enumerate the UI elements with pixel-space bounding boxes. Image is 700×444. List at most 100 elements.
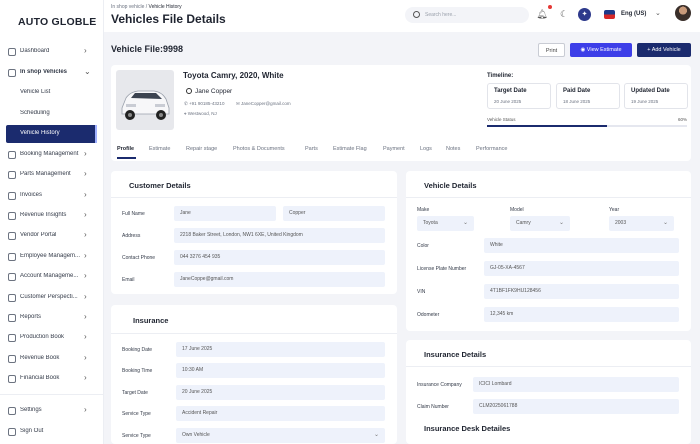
odometer-label: Odometer <box>417 312 440 318</box>
claim-number-field[interactable]: CLM2025061788 <box>473 399 679 414</box>
book-icon <box>8 355 16 363</box>
booking-time-field[interactable]: 10:30 AM <box>176 363 385 378</box>
chevron-right-icon: › <box>84 405 87 414</box>
year-select[interactable]: 2003 ⌄ <box>609 216 674 231</box>
make-select[interactable]: Toyota ⌄ <box>417 216 474 231</box>
search-input[interactable]: Search here... <box>405 7 529 23</box>
sidebar-item-label: Revenue Book <box>20 355 60 361</box>
sidebar-item-vehicle-list[interactable]: Vehicle List <box>0 84 104 102</box>
vehicle-name: Toyota Camry, 2020, White <box>183 71 284 80</box>
tab-photos-documents[interactable]: Photos & Documents <box>233 146 285 152</box>
notification-dot <box>548 5 552 9</box>
sidebar-item-revenue-book[interactable]: Revenue Book › <box>0 350 104 368</box>
parts-icon <box>8 171 16 179</box>
vehicle-ownership-select[interactable]: Own Vehicle ⌄ <box>176 428 385 443</box>
sidebar-item-reports[interactable]: Reports › <box>0 309 104 327</box>
select-value: 2003 <box>615 220 627 226</box>
breadcrumb-parent[interactable]: In shop vehicle / <box>111 4 147 10</box>
add-vehicle-label: Add Vehicle <box>651 47 681 53</box>
sidebar-item-revenue-insights[interactable]: Revenue Insights › <box>0 207 104 225</box>
address-label: Address <box>122 233 141 239</box>
sidebar-item-dashboard[interactable]: Dashboard › <box>0 43 104 61</box>
sidebar-item-label: Sign Out <box>20 428 44 434</box>
sidebar-item-booking-management[interactable]: Booking Management › <box>0 146 104 164</box>
sidebar-item-label: Vehicle History <box>20 130 60 136</box>
vin-field[interactable]: 4T1BF1FK9HU128456 <box>484 284 679 299</box>
vehicle-status-progress <box>487 125 687 127</box>
avatar[interactable] <box>675 5 691 21</box>
language-select[interactable]: Eng (US) <box>621 11 646 17</box>
year-label: Year <box>609 207 620 213</box>
sidebar-item-account-management[interactable]: Account Manageme... › <box>0 268 104 286</box>
owner-email: ✉ JaneCopper@gmail.com <box>236 101 291 107</box>
odometer-field[interactable]: 12,345 km <box>484 307 679 322</box>
car-photo <box>116 70 174 130</box>
view-estimate-button[interactable]: ◉ View Estimate <box>570 43 632 57</box>
target-date-field[interactable]: 20 June 2025 <box>176 385 385 400</box>
email-label: Email <box>122 277 135 283</box>
sidebar-item-settings[interactable]: Settings › <box>0 402 104 420</box>
chevron-right-icon: › <box>84 190 87 199</box>
booking-date-label: Booking Date <box>122 347 153 353</box>
tab-parts[interactable]: Parts <box>305 146 318 152</box>
sidebar-item-employee-management[interactable]: Employee Managem... › <box>0 248 104 266</box>
insurance-title: Insurance <box>133 316 169 325</box>
first-name-field[interactable]: Jane <box>174 206 276 221</box>
sidebar-item-parts-management[interactable]: Parts Management › <box>0 166 104 184</box>
sidebar-item-label: Reports <box>20 314 42 320</box>
tab-estimate-flag[interactable]: Estimate Flag <box>333 146 367 152</box>
sidebar-item-label: Dashboard <box>20 48 50 54</box>
timeline-updated-date: Updated Date 19 June 2025 <box>624 83 688 109</box>
vehicle-file-title: Vehicle File:9998 <box>111 44 184 54</box>
sidebar-item-vendor-portal[interactable]: Vendor Portal › <box>0 227 104 245</box>
license-plate-label: License Plate Number <box>417 266 467 272</box>
tab-performance[interactable]: Performance <box>476 146 508 152</box>
license-plate-field[interactable]: GJ-05-XA-4567 <box>484 261 679 276</box>
section-divider <box>111 333 397 334</box>
print-button[interactable]: Print <box>538 43 565 57</box>
chevron-down-icon: ⌄ <box>558 220 564 226</box>
book-icon <box>8 334 16 342</box>
sparkle-icon[interactable]: ✦ <box>578 8 591 21</box>
sidebar-item-financial-book[interactable]: Financial Book › <box>0 370 104 388</box>
tab-estimate[interactable]: Estimate <box>149 146 170 152</box>
search-icon <box>413 11 420 18</box>
page-title: Vehicles File Details <box>111 12 226 26</box>
vehicle-status-percent: 60% <box>678 117 688 122</box>
timeline-label: Updated Date <box>631 88 670 94</box>
sidebar-item-label: Settings <box>20 407 42 413</box>
model-select[interactable]: Camry ⌄ <box>510 216 570 231</box>
sidebar-item-production-book[interactable]: Production Book › <box>0 329 104 347</box>
person-icon <box>186 88 192 94</box>
select-value: Toyota <box>423 220 438 226</box>
service-type-label: Service Type <box>122 411 151 417</box>
tab-payment[interactable]: Payment <box>383 146 405 152</box>
tab-notes[interactable]: Notes <box>446 146 460 152</box>
tab-logs[interactable]: Logs <box>420 146 432 152</box>
add-vehicle-button[interactable]: + Add Vehicle <box>637 43 691 57</box>
email-field[interactable]: JaneCoppe@gmail.com <box>174 272 385 287</box>
tab-profile[interactable]: Profile <box>117 146 134 152</box>
insurance-company-field[interactable]: ICICI Lombard <box>473 377 679 392</box>
chevron-down-icon[interactable]: ⌄ <box>655 9 661 17</box>
chevron-right-icon: › <box>84 292 87 301</box>
color-field[interactable]: White <box>484 238 679 253</box>
sidebar-divider <box>0 394 104 395</box>
sidebar-item-sign-out[interactable]: Sign Out <box>0 423 104 441</box>
last-name-field[interactable]: Copper <box>283 206 385 221</box>
address-field[interactable]: 2218 Baker Street, London, NW1 6XE, Unit… <box>174 228 385 243</box>
bell-icon[interactable]: 🔔︎ <box>536 8 548 20</box>
moon-icon[interactable]: ☾ <box>558 8 570 20</box>
contact-phone-field[interactable]: 044 3276 454 935 <box>174 250 385 265</box>
insurance-company-label: Insurance Company <box>417 382 462 388</box>
sidebar-item-invoices[interactable]: Invoices › <box>0 187 104 205</box>
sidebar-item-customer-perspective[interactable]: Customer Perspecti... › <box>0 289 104 307</box>
booking-date-field[interactable]: 17 June 2025 <box>176 342 385 357</box>
tab-repair-stage[interactable]: Repair stage <box>186 146 217 152</box>
sidebar-item-scheduling[interactable]: Scheduling <box>0 105 104 123</box>
service-type-field[interactable]: Accident Repair <box>176 406 385 421</box>
active-indicator <box>95 125 97 143</box>
sidebar-item-in-shop-vehicles[interactable]: In shop Vehicles ⌄ <box>0 64 104 82</box>
sidebar-item-vehicle-history[interactable]: Vehicle History <box>6 125 97 143</box>
timeline-paid-date: Paid Date 18 June 2025 <box>556 83 620 109</box>
